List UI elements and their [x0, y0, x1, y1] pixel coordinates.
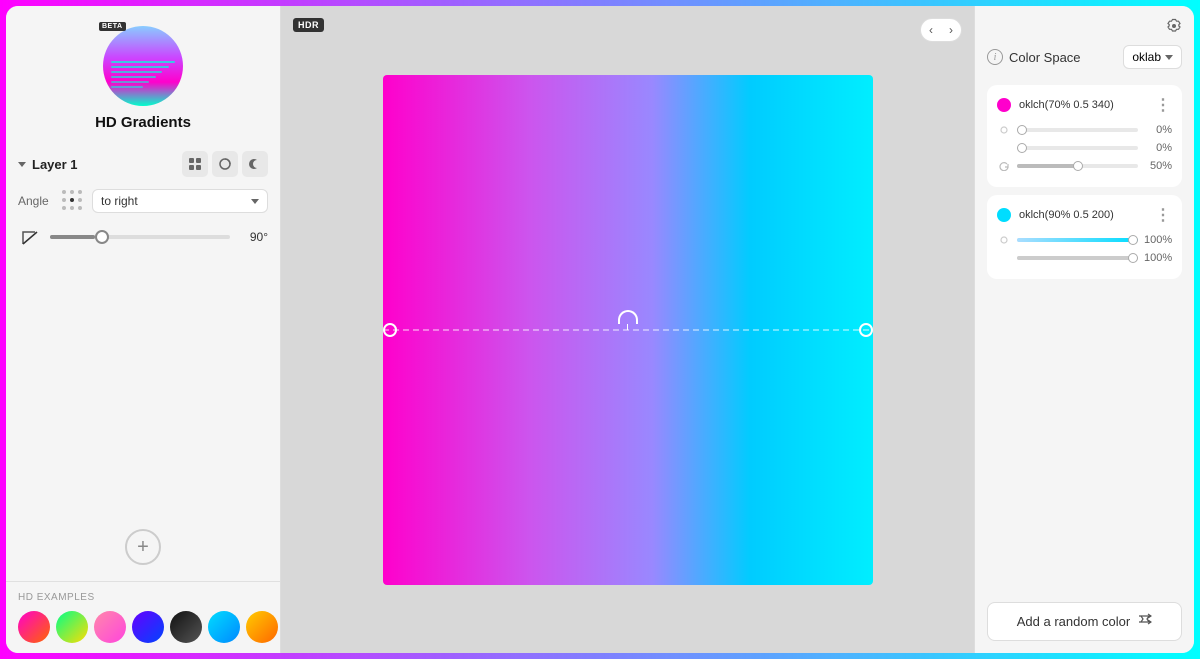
hd-examples-label: HD EXAMPLES: [18, 592, 268, 603]
canvas-area: HDR ‹ ›: [281, 6, 974, 653]
color-stop-1-header: oklch(70% 0.5 340) ⋮: [997, 95, 1172, 115]
slider-value-1b: 0%: [1144, 142, 1172, 154]
dot-4: [62, 198, 66, 202]
dot-2: [70, 190, 74, 194]
sidebar-header: BETA HD Gradients: [6, 6, 280, 143]
gradient-canvas-wrapper: [383, 75, 873, 585]
dot-7: [62, 206, 66, 210]
color-stop-1-menu[interactable]: ⋮: [1155, 95, 1172, 115]
dot-1: [62, 190, 66, 194]
logo-lines: [111, 61, 175, 88]
color-space-value: oklab: [1132, 50, 1161, 64]
nav-arrows: ‹ ›: [920, 18, 962, 42]
hd-examples-section: HD EXAMPLES …: [6, 581, 280, 653]
slider-track-1a[interactable]: [1017, 128, 1138, 132]
example-swatch-1[interactable]: [18, 611, 50, 643]
color-stop-2-slider-1: 100%: [997, 233, 1172, 247]
add-random-button[interactable]: Add a random color: [987, 602, 1182, 641]
color-space-row: i Color Space oklab: [987, 45, 1182, 69]
dots-grid: [62, 190, 84, 212]
angle-slider-row: 90°: [18, 225, 268, 249]
example-swatch-4[interactable]: [132, 611, 164, 643]
color-stop-2-dot[interactable]: [997, 208, 1011, 222]
color-space-label: Color Space: [1009, 50, 1117, 65]
shuffle-icon: [1138, 613, 1152, 630]
color-space-select[interactable]: oklab: [1123, 45, 1182, 69]
dot-6: [78, 198, 82, 202]
layer-title-row: Layer 1: [18, 157, 78, 172]
slider-track-1c[interactable]: [1017, 164, 1138, 168]
beta-badge: BETA: [99, 22, 126, 31]
color-stop-2-label: oklch(90% 0.5 200): [1019, 209, 1147, 221]
color-stop-2-header: oklch(90% 0.5 200) ⋮: [997, 205, 1172, 225]
color-stop-1-slider-1: 0%: [997, 123, 1172, 137]
layer-collapse-icon[interactable]: [18, 162, 26, 167]
example-swatch-5[interactable]: [170, 611, 202, 643]
layer-icon-grid[interactable]: [182, 151, 208, 177]
example-swatch-3[interactable]: [94, 611, 126, 643]
sidebar: BETA HD Gradients Layer 1: [6, 6, 281, 653]
settings-button[interactable]: [1166, 18, 1182, 37]
layer-icons: [182, 151, 268, 177]
color-stop-1-slider-2: 0%: [997, 141, 1172, 155]
layer-icon-circle[interactable]: [212, 151, 238, 177]
direction-chevron-icon: [251, 199, 259, 204]
right-panel: i Color Space oklab oklch(70% 0.5 340) ⋮: [974, 6, 1194, 653]
hdr-badge: HDR: [293, 18, 324, 32]
slider-value-2a: 100%: [1144, 234, 1172, 246]
nav-left-button[interactable]: ‹: [921, 19, 941, 41]
info-icon[interactable]: i: [987, 49, 1003, 65]
example-swatch-7[interactable]: …: [246, 611, 278, 643]
example-swatch-6[interactable]: [208, 611, 240, 643]
dot-9: [78, 206, 82, 210]
add-layer-button[interactable]: +: [125, 529, 161, 565]
layer-icon-moon[interactable]: [242, 151, 268, 177]
slider-track-2a[interactable]: [1017, 238, 1138, 242]
examples-row: …: [18, 611, 268, 643]
color-stop-2: oklch(90% 0.5 200) ⋮ 100%: [987, 195, 1182, 279]
color-stop-1-dot[interactable]: [997, 98, 1011, 112]
app-title: HD Gradients: [95, 114, 191, 131]
slider-value-1c: 50%: [1144, 160, 1172, 172]
layer-section: Layer 1: [6, 143, 280, 513]
color-stop-2-slider-2: 100%: [997, 251, 1172, 265]
dot-8: [70, 206, 74, 210]
angle-row: Angle to right: [18, 189, 268, 213]
slider-icon-empty: [997, 141, 1011, 155]
color-space-chevron-icon: [1165, 55, 1173, 60]
slider-track-2b[interactable]: [1017, 256, 1138, 260]
angle-slider-track[interactable]: [50, 235, 230, 239]
slider2-icon-link: [997, 233, 1011, 247]
color-stop-1-slider-3: 50%: [997, 159, 1172, 173]
dot-3: [78, 190, 82, 194]
logo-circle: [103, 26, 183, 106]
nav-right-button[interactable]: ›: [941, 19, 961, 41]
example-swatch-2[interactable]: [56, 611, 88, 643]
direction-value: to right: [101, 194, 138, 208]
color-stop-1-label: oklch(70% 0.5 340): [1019, 99, 1147, 111]
logo-wrapper: BETA: [103, 26, 183, 106]
color-stop-1: oklch(70% 0.5 340) ⋮ 0%: [987, 85, 1182, 187]
dot-5-active: [70, 198, 74, 202]
layer-title: Layer 1: [32, 157, 78, 172]
angle-icon: [18, 225, 42, 249]
slider2-icon-empty: [997, 251, 1011, 265]
slider-value-2b: 100%: [1144, 252, 1172, 264]
slider-icon-rotate: [997, 159, 1011, 173]
color-stop-2-menu[interactable]: ⋮: [1155, 205, 1172, 225]
add-random-label: Add a random color: [1017, 614, 1130, 629]
layer-header: Layer 1: [18, 151, 268, 177]
slider-value-1a: 0%: [1144, 124, 1172, 136]
angle-label: Angle: [18, 194, 54, 208]
slider-track-1b[interactable]: [1017, 146, 1138, 150]
slider-icon-link: [997, 123, 1011, 137]
gradient-canvas[interactable]: [383, 75, 873, 585]
direction-select[interactable]: to right: [92, 189, 268, 213]
angle-value: 90°: [238, 230, 268, 244]
add-btn-row: +: [6, 513, 280, 581]
